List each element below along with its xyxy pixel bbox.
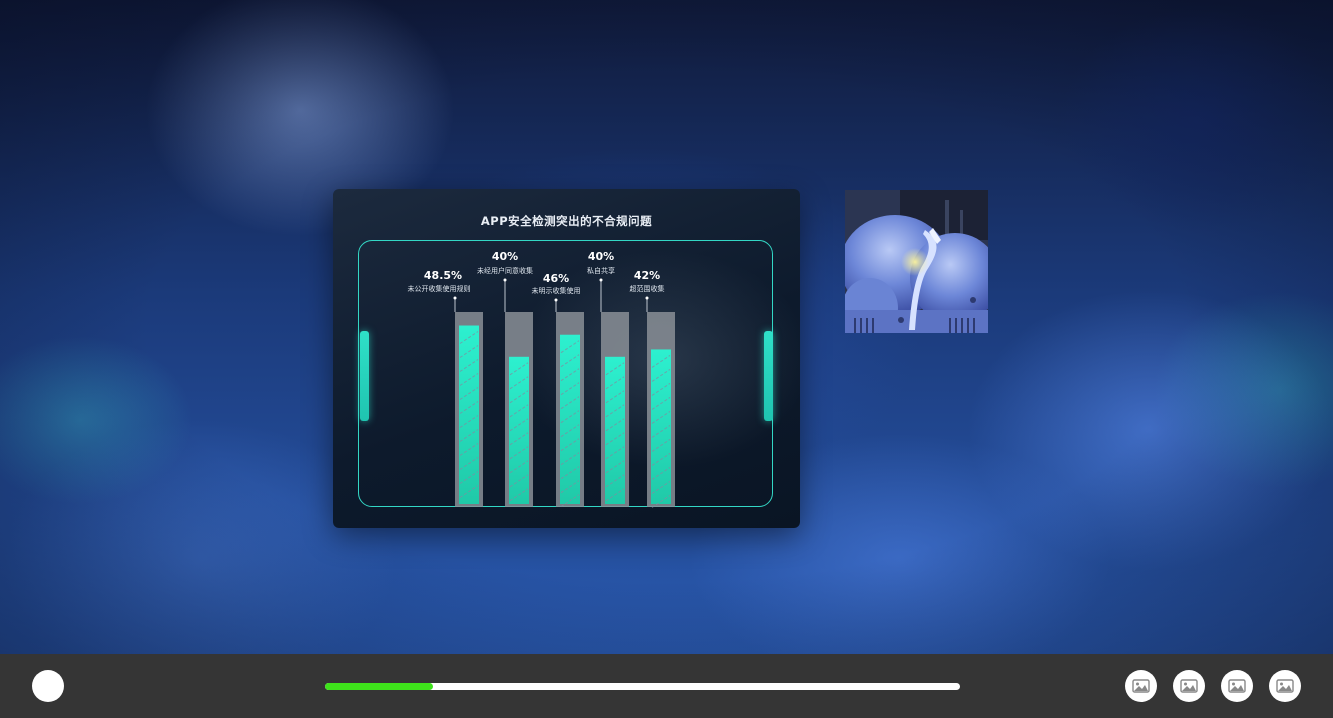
thumbnail-button-2[interactable] [1173,670,1205,702]
play-button[interactable] [32,670,64,702]
leader-dot [645,296,649,300]
category-label: 未公开收集使用规则 [408,284,471,293]
thumbnail-button-4[interactable] [1269,670,1301,702]
data-label: 46% [543,272,569,285]
category-label: 未经用户同意收集 [477,266,533,275]
data-label: 40% [588,250,614,263]
bar [605,356,625,504]
bar [560,334,580,504]
thumbnail-image[interactable] [845,190,988,333]
control-bar [0,654,1333,718]
leader-dot [599,278,603,282]
data-label: 48.5% [424,269,462,282]
image-icon [1180,679,1198,693]
robot-image [845,190,988,333]
leader-dot [554,298,558,302]
bar-chart: 48.5% 未公开收集使用规则 40% 未经用户同意收集 46%未明示收集使用 40% 私自… [408,250,675,508]
leader-dot [503,278,507,282]
progress-fill [325,683,433,690]
thumbnail-button-1[interactable] [1125,670,1157,702]
image-icon [1228,679,1246,693]
slide-card[interactable]: APP安全检测突出的不合规问题 48.5% 未公开收集使用规则 40% 未经用户同意收… [333,189,800,528]
progress-bar[interactable] [325,683,960,690]
data-label: 42% [634,269,660,282]
image-icon [1276,679,1294,693]
category-label: 超范围收集 [630,284,665,293]
leader-dot [453,296,457,300]
category-label: 未明示收集使用 [532,286,581,295]
blurred-background: APP安全检测突出的不合规问题 48.5% 未公开收集使用规则 40% 未经用户同意收… [0,0,1333,654]
category-label: 私自共享 [587,266,615,275]
thumbnail-button-3[interactable] [1221,670,1253,702]
bar [651,349,671,504]
bar [509,356,529,504]
data-label: 40% [492,250,518,263]
image-icon [1132,679,1150,693]
